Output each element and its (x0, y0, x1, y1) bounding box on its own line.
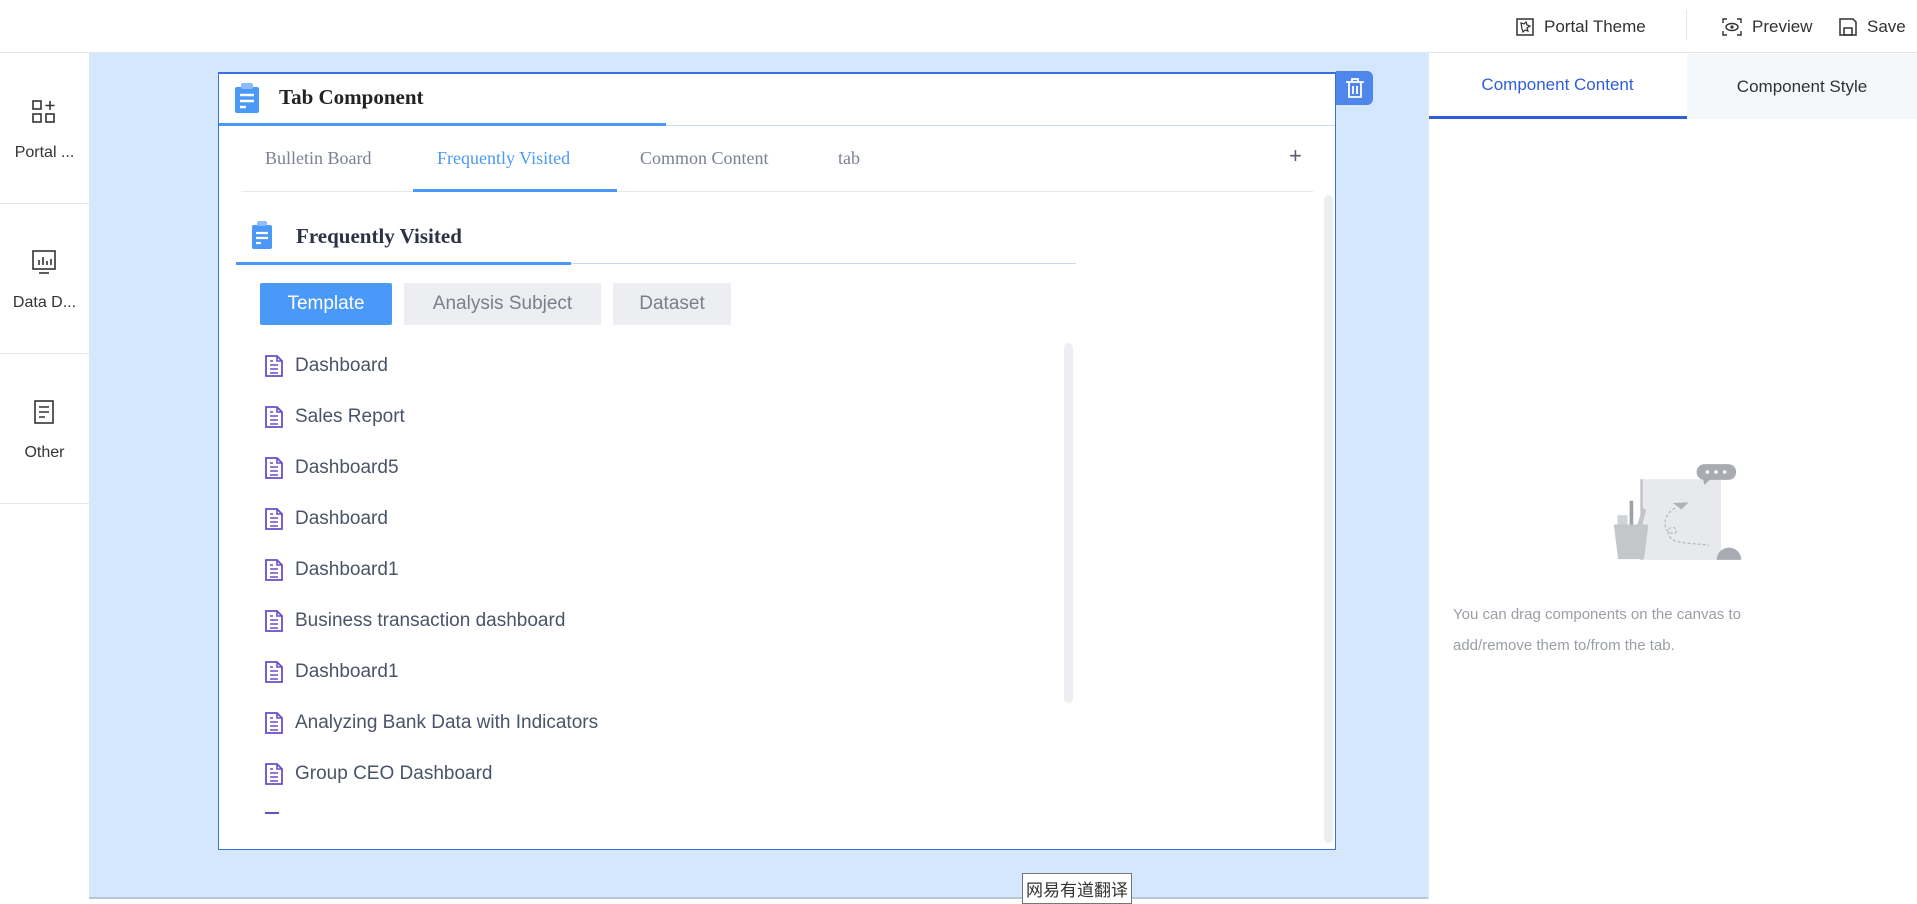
tab-tab[interactable]: tab (838, 148, 860, 169)
component-sidebar: Portal ... Data D... Other (0, 54, 89, 899)
save-button[interactable]: Save (1839, 14, 1906, 40)
theme-icon (1516, 18, 1534, 36)
active-tab-indicator (413, 189, 617, 192)
tab-component-content[interactable]: Component Content (1428, 54, 1687, 119)
list-item-partial (265, 812, 279, 814)
trash-icon (1345, 78, 1364, 98)
report-file-icon (265, 559, 283, 581)
list-item[interactable]: Dashboard1 (265, 555, 399, 585)
filter-template-button[interactable]: Template (260, 283, 392, 325)
sidebar-item-other[interactable]: Other (0, 354, 89, 504)
report-file-icon (265, 508, 283, 530)
save-label: Save (1867, 17, 1906, 36)
tab-common-content[interactable]: Common Content (640, 148, 769, 169)
delete-component-button[interactable] (1336, 71, 1373, 105)
save-icon (1839, 18, 1857, 36)
tab-frequently-visited[interactable]: Frequently Visited (437, 148, 570, 169)
section-underline (236, 262, 571, 265)
list-item[interactable]: Business transaction dashboard (265, 606, 565, 636)
portal-theme-button[interactable]: Portal Theme (1516, 14, 1646, 40)
list-item-label: Dashboard1 (295, 661, 399, 682)
list-item-label: Sales Report (295, 406, 405, 427)
list-item[interactable]: Dashboard (265, 504, 388, 534)
empty-state-illustration (1613, 464, 1742, 560)
report-file-icon (265, 610, 283, 632)
hint-line-2: add/remove them to/from the tab. (1453, 637, 1675, 654)
report-file-icon (265, 457, 283, 479)
list-item-label: Dashboard1 (295, 559, 399, 580)
list-scrollbar[interactable] (1064, 343, 1073, 703)
portal-theme-label: Portal Theme (1544, 17, 1646, 36)
sidebar-item-portal[interactable]: Portal ... (0, 54, 89, 204)
report-file-icon (265, 406, 283, 428)
toolbar-divider (1686, 10, 1687, 40)
filter-analysis-subject-button[interactable]: Analysis Subject (404, 283, 601, 325)
clipboard-icon (235, 83, 259, 113)
panel-divider (1428, 53, 1429, 899)
header-underline (219, 123, 666, 126)
list-item[interactable]: Group CEO Dashboard (265, 759, 493, 789)
report-file-icon (265, 763, 283, 785)
list-item-label: Group CEO Dashboard (295, 763, 493, 784)
eye-icon (1722, 18, 1742, 36)
document-icon (34, 400, 54, 424)
list-item[interactable]: Analyzing Bank Data with Indicators (265, 708, 598, 738)
list-item-label: Dashboard (295, 508, 388, 529)
preview-label: Preview (1752, 17, 1813, 36)
list-item-label: Business transaction dashboard (295, 610, 566, 631)
preview-button[interactable]: Preview (1722, 14, 1812, 40)
list-item-label: Dashboard (295, 355, 388, 376)
chart-monitor-icon (32, 250, 56, 274)
properties-panel: Component Content Component Style You ca… (1428, 54, 1917, 899)
translate-tooltip: 网易有道翻译 (1022, 873, 1132, 904)
component-title: Tab Component (279, 85, 424, 109)
report-file-icon (265, 355, 283, 377)
sidebar-item-label: Other (24, 444, 65, 461)
list-item[interactable]: Dashboard (265, 351, 388, 381)
report-file-icon (265, 661, 283, 683)
list-item[interactable]: Dashboard1 (265, 657, 399, 687)
list-item[interactable]: Dashboard5 (265, 453, 399, 483)
sidebar-item-label: Data D... (12, 294, 77, 311)
tab-bulletin-board[interactable]: Bulletin Board (265, 148, 372, 169)
top-toolbar: Portal Theme Preview Save (0, 0, 1917, 53)
list-item-label: Analyzing Bank Data with Indicators (295, 712, 599, 733)
section-title: Frequently Visited (296, 224, 462, 248)
sidebar-item-label: Portal ... (14, 144, 75, 161)
add-tab-button[interactable]: + (1289, 143, 1302, 169)
tab-component-style[interactable]: Component Style (1687, 54, 1917, 119)
clipboard-icon (252, 221, 272, 249)
hint-line-1: You can drag components on the canvas to (1453, 606, 1741, 623)
add-grid-icon (32, 100, 55, 123)
tabs-divider (241, 191, 1313, 192)
report-file-icon (265, 712, 283, 734)
sidebar-item-data-display[interactable]: Data D... (0, 204, 89, 354)
filter-dataset-button[interactable]: Dataset (613, 283, 731, 325)
list-item[interactable]: Sales Report (265, 402, 405, 432)
card-scrollbar[interactable] (1324, 195, 1333, 843)
empty-hint: You can drag components on the canvas to… (1453, 599, 1741, 661)
list-item-label: Dashboard5 (295, 457, 399, 478)
